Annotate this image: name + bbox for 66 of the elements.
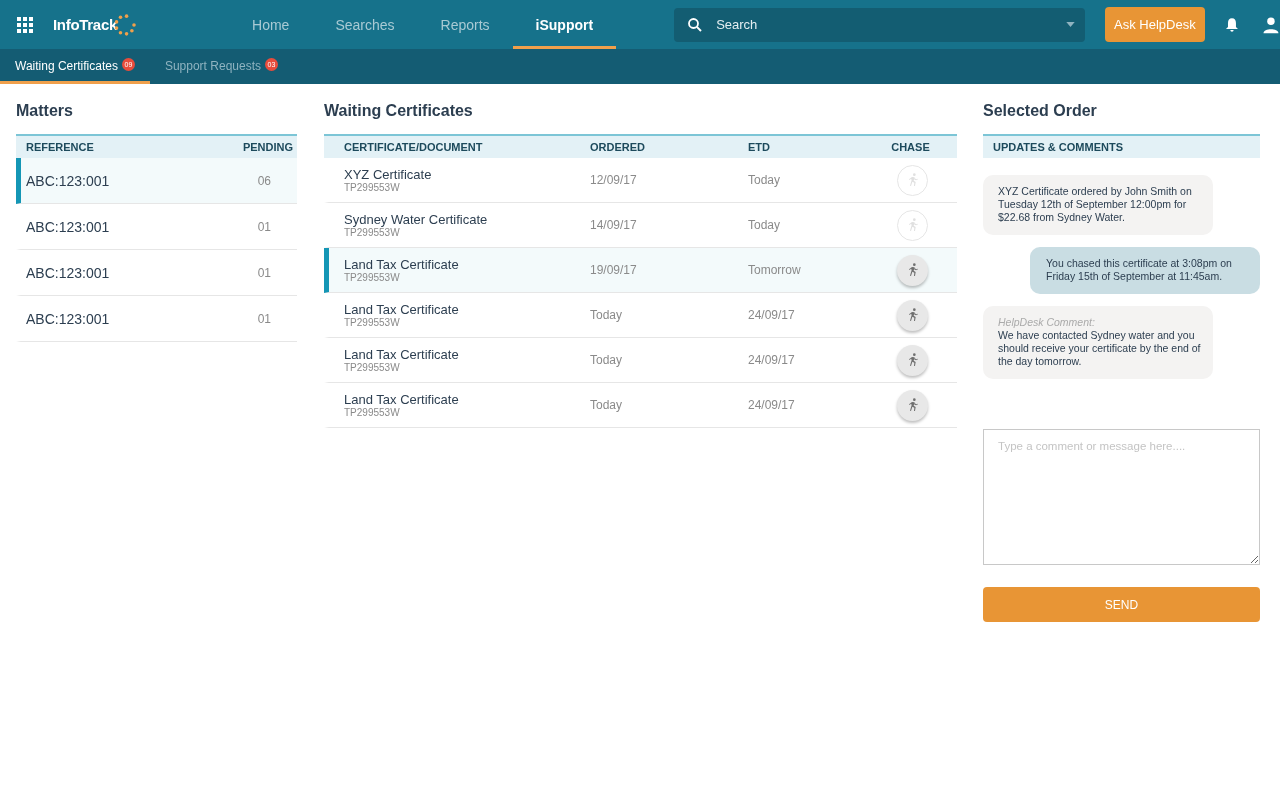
certificate-row[interactable]: Land Tax Certificate TP299553W Today 24/09/17 (324, 338, 957, 383)
column-header: ETD (748, 141, 771, 153)
section-title: UPDATES & COMMENTS (993, 141, 1123, 153)
certificate-code: TP299553W (344, 227, 401, 238)
column-header: CERTIFICATE/DOCUMENT (344, 141, 484, 153)
column-header: ORDERED (590, 141, 646, 153)
ordered-date: 12/09/17 (590, 173, 638, 187)
certificate-row[interactable]: XYZ Certificate TP299553W 12/09/17 Today (324, 158, 957, 203)
ordered-date: 14/09/17 (590, 218, 638, 232)
panel-title: Waiting Certificates (324, 102, 474, 120)
comment-label: HelpDesk Comment: (998, 316, 1096, 329)
pending-count: 06 (257, 173, 271, 188)
pending-count: 01 (257, 311, 271, 326)
certificate-name: XYZ Certificate (344, 167, 433, 182)
reference-text: ABC:123:001 (26, 310, 110, 327)
reference-text: ABC:123:001 (26, 264, 110, 281)
column-header: CHASE (890, 141, 931, 153)
logo-text[interactable]: InfoTrack (53, 16, 117, 33)
panel-title: Matters (16, 102, 74, 120)
etd-date: Today (748, 218, 782, 232)
chase-button[interactable] (897, 299, 928, 331)
apps-grid-icon[interactable] (17, 16, 33, 33)
search-input[interactable]: Search (714, 16, 1056, 33)
column-header: REFERENCE (26, 141, 94, 153)
ordered-date: Today (590, 308, 624, 322)
certificate-code: TP299553W (344, 317, 401, 328)
certificate-row[interactable]: Land Tax Certificate TP299553W 19/09/17 Tomorrow (324, 248, 957, 293)
certificate-name: Land Tax Certificate (344, 392, 460, 407)
message-text: We have contacted Sydney water and you should receive your certificate by the end of the day tomorrow. (998, 329, 1201, 368)
chase-button[interactable] (897, 254, 928, 286)
ordered-date: Today (590, 353, 624, 367)
certificate-name: Land Tax Certificate (344, 257, 460, 272)
certificate-code: TP299553W (344, 182, 401, 193)
certificate-code: TP299553W (344, 362, 401, 373)
chase-button[interactable] (897, 389, 928, 421)
pending-count: 01 (257, 265, 271, 280)
dropdown-caret-icon[interactable] (1065, 22, 1075, 27)
reference-text: ABC:123:001 (26, 172, 110, 189)
comment-field[interactable]: Type a comment or message here.... (983, 429, 1260, 565)
etd-date: 24/09/17 (748, 308, 796, 322)
matter-row[interactable]: ABC:123:001 01 (16, 250, 297, 296)
ordered-date: 19/09/17 (590, 263, 638, 277)
pending-count: 01 (257, 219, 271, 234)
panel-title: Selected Order (983, 102, 1098, 120)
etd-date: 24/09/17 (748, 398, 796, 412)
etd-date: Today (748, 173, 782, 187)
matter-row[interactable]: ABC:123:001 01 (16, 204, 297, 250)
certificate-code: TP299553W (344, 272, 401, 283)
certificate-name: Land Tax Certificate (344, 347, 460, 362)
ordered-date: Today (590, 398, 624, 412)
etd-date: Tomorrow (748, 263, 802, 277)
certificate-row[interactable]: Land Tax Certificate TP299553W Today 24/09/17 (324, 293, 957, 338)
matter-row[interactable]: ABC:123:001 01 (16, 296, 297, 342)
certificate-name: Land Tax Certificate (344, 302, 460, 317)
reference-text: ABC:123:001 (26, 218, 110, 235)
certificate-name: Sydney Water Certificate (344, 212, 489, 227)
search-field[interactable]: Search (674, 7, 1085, 42)
certificate-code: TP299553W (344, 407, 401, 418)
chase-button[interactable] (897, 344, 928, 376)
message-text: XYZ Certificate ordered by John Smith on Tuesday 12th of September 12:00pm for $22.68 from Sydney Water. (998, 185, 1193, 224)
column-header: PENDING (242, 141, 293, 153)
matter-row[interactable]: ABC:123:001 06 (16, 158, 297, 204)
user-icon[interactable] (1262, 15, 1280, 34)
message-text: You chased this certificate at 3:08pm on Friday 15th of September at 11:45am. (1046, 257, 1233, 283)
certificate-row[interactable]: Land Tax Certificate TP299553W Today 24/09/17 (324, 383, 957, 428)
etd-date: 24/09/17 (748, 353, 796, 367)
